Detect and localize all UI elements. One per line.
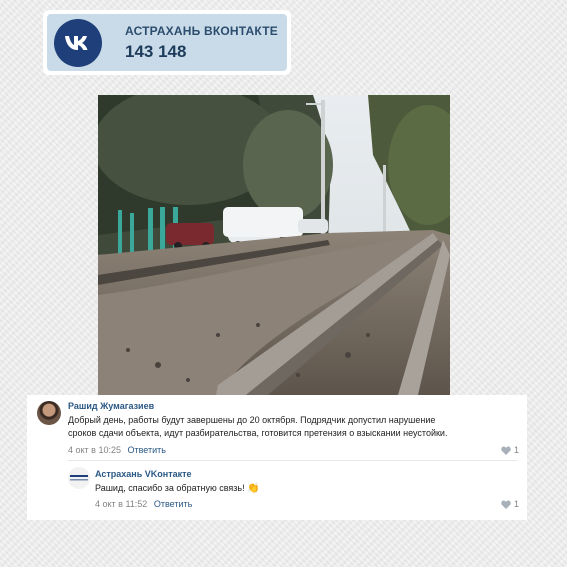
avatar[interactable]: [37, 401, 61, 425]
comment-text: Рашид, спасибо за обратную связь! 👏: [95, 482, 260, 495]
community-avatar-icon: [70, 475, 88, 481]
comment-date[interactable]: 4 окт в 11:52: [95, 499, 147, 509]
heart-icon: [501, 500, 511, 509]
community-header: АСТРАХАНЬ ВКОНТАКТЕ 143 148: [47, 14, 287, 71]
comment-text-line: сроков сдачи объекта, идут разбирательст…: [68, 428, 448, 438]
avatar[interactable]: [68, 467, 90, 489]
like-button[interactable]: 1: [501, 499, 519, 509]
comment-text-body: Рашид, спасибо за обратную связь!: [95, 483, 245, 493]
comment-meta: 4 окт в 10:25 Ответить: [68, 445, 166, 455]
divider: [68, 460, 518, 461]
comment-author[interactable]: Астрахань VKонтакте: [95, 469, 192, 479]
comment-date[interactable]: 4 окт в 10:25: [68, 445, 121, 455]
comment-author[interactable]: Рашид Жумагазиев: [68, 401, 154, 411]
heart-icon: [501, 446, 511, 455]
subscriber-count: 143 148: [125, 41, 187, 61]
like-count: 1: [514, 445, 520, 455]
like-count: 1: [514, 499, 520, 509]
clapping-hands-emoji: 👏: [247, 483, 260, 494]
comments-section: Рашид Жумагазиев Добрый день, работы буд…: [27, 395, 527, 520]
community-header-card: АСТРАХАНЬ ВКОНТАКТЕ 143 148: [43, 10, 291, 75]
community-title[interactable]: АСТРАХАНЬ ВКОНТАКТЕ: [125, 24, 278, 38]
like-button[interactable]: 1: [501, 445, 519, 455]
comment-meta: 4 окт в 11:52 Ответить: [95, 499, 192, 509]
reply-link[interactable]: Ответить: [128, 445, 166, 455]
vk-logo-icon: [54, 18, 102, 67]
reply-link[interactable]: Ответить: [154, 499, 192, 509]
post-photo[interactable]: [98, 95, 450, 395]
comment-text-line: Добрый день, работы будут завершены до 2…: [68, 415, 436, 425]
